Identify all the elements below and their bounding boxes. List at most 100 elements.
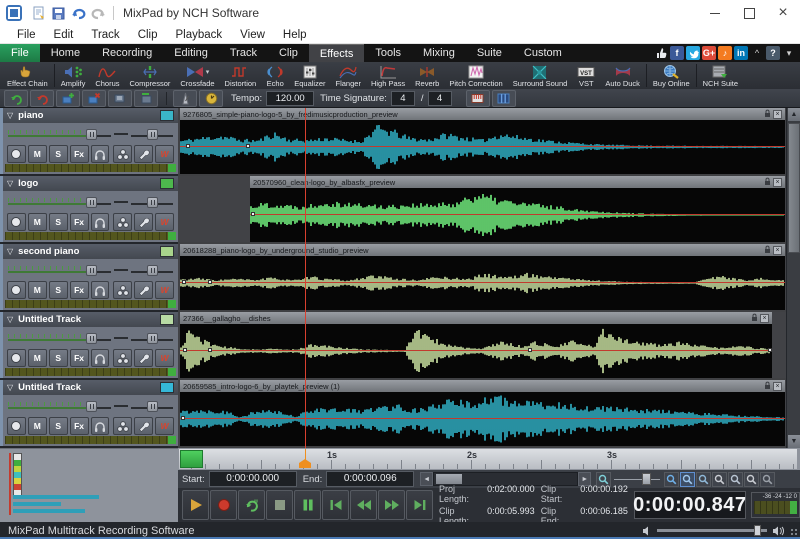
fx-button[interactable]: Fx: [70, 281, 89, 299]
clip-close-button[interactable]: ×: [760, 314, 769, 323]
googleplus-icon[interactable]: G+: [702, 46, 716, 60]
timeline-ruler[interactable]: 1s2s3s: [179, 449, 797, 469]
clip-title-bar[interactable]: 20618288_piano-logo_by_underground_studi…: [180, 244, 785, 256]
mute-button[interactable]: M: [28, 417, 47, 435]
volume-slider-handle[interactable]: [754, 525, 761, 536]
mute-button[interactable]: M: [28, 281, 47, 299]
track-color-swatch[interactable]: [160, 246, 174, 257]
distortion-button[interactable]: Distortion: [220, 62, 262, 89]
zoom-out-2-button[interactable]: [696, 472, 711, 487]
automation-point[interactable]: [208, 280, 212, 284]
skip-end-button[interactable]: [406, 490, 433, 520]
pan-handle[interactable]: [147, 265, 158, 276]
effects-wrench-button[interactable]: [134, 349, 153, 367]
record-arm-button[interactable]: [7, 213, 26, 231]
vertical-scrollbar[interactable]: ▲ ▼: [786, 108, 800, 448]
automation-wave-button[interactable]: W: [155, 417, 174, 435]
tab-recording[interactable]: Recording: [91, 44, 163, 62]
mute-button[interactable]: M: [28, 213, 47, 231]
monitor-headphones-button[interactable]: [91, 349, 110, 367]
redo-icon[interactable]: [89, 5, 107, 21]
play-button[interactable]: [182, 490, 209, 520]
pan-slider[interactable]: [131, 333, 173, 343]
keyboard-button[interactable]: [466, 90, 490, 107]
timesig-numerator-field[interactable]: 4: [391, 91, 415, 106]
track-color-swatch[interactable]: [160, 110, 174, 121]
auto-duck-button[interactable]: Auto Duck: [600, 62, 645, 89]
pan-slider[interactable]: [131, 401, 173, 411]
menu-file[interactable]: File: [8, 29, 45, 41]
loop-button[interactable]: [238, 490, 265, 520]
automation-wave-button[interactable]: W: [155, 349, 174, 367]
fx-button[interactable]: Fx: [70, 145, 89, 163]
automation-point[interactable]: [183, 348, 187, 352]
clip-title-bar[interactable]: 20659585_intro-logo-6_by_playtek_preview…: [180, 380, 785, 392]
zoom-full-button[interactable]: [712, 472, 727, 487]
zoom-project-button[interactable]: [744, 472, 759, 487]
pan-handle[interactable]: [147, 401, 158, 412]
effects-wrench-button[interactable]: [134, 213, 153, 231]
nch-software-icon[interactable]: ♪: [718, 46, 732, 60]
loop-red-button[interactable]: [30, 90, 54, 107]
track-name[interactable]: piano: [18, 110, 160, 121]
metronome-button[interactable]: [173, 90, 197, 107]
help-icon[interactable]: ?: [766, 46, 780, 60]
reverb-button[interactable]: Reverb: [410, 62, 444, 89]
automation-point[interactable]: [768, 348, 772, 352]
tab-track[interactable]: Track: [219, 44, 268, 62]
track-name[interactable]: logo: [18, 178, 160, 189]
volume-slider[interactable]: [8, 265, 111, 275]
tempo-field[interactable]: 120.00: [266, 91, 314, 106]
automation-point[interactable]: [528, 348, 532, 352]
surround-sound-button[interactable]: Surround Sound: [508, 62, 573, 89]
record-button[interactable]: [210, 490, 237, 520]
pan-handle[interactable]: [147, 197, 158, 208]
collapse-icon[interactable]: ▽: [7, 383, 13, 392]
nch-suite-button[interactable]: NCH Suite: [698, 62, 743, 89]
mute-button[interactable]: M: [28, 145, 47, 163]
clip-close-button[interactable]: ×: [773, 110, 782, 119]
automation-point[interactable]: [246, 144, 250, 148]
automation-point[interactable]: [251, 212, 255, 216]
like-icon[interactable]: [654, 46, 668, 60]
pan-slider[interactable]: [131, 197, 173, 207]
volume-handle[interactable]: [86, 333, 97, 344]
maximize-button[interactable]: [732, 0, 766, 26]
mute-button[interactable]: M: [28, 349, 47, 367]
track-name[interactable]: Untitled Track: [18, 382, 160, 393]
start-time-field[interactable]: 0:00:00.000: [209, 471, 297, 487]
automation-wave-button[interactable]: W: [155, 213, 174, 231]
dropdown-arrow-icon[interactable]: ▾: [206, 68, 210, 76]
fx-button[interactable]: Fx: [70, 213, 89, 231]
scroll-down-arrow[interactable]: ▼: [788, 435, 800, 448]
clip-close-button[interactable]: ×: [773, 178, 782, 187]
skip-start-button[interactable]: [322, 490, 349, 520]
horizontal-scroll-thumb[interactable]: [436, 474, 462, 484]
fx-button[interactable]: Fx: [70, 417, 89, 435]
automation-wave-button[interactable]: W: [155, 145, 174, 163]
playhead-marker[interactable]: [299, 459, 311, 468]
save-icon[interactable]: [49, 5, 67, 21]
pan-slider[interactable]: [131, 129, 173, 139]
hscroll-left-arrow[interactable]: ◄: [420, 472, 433, 486]
effect-chain-button[interactable]: Effect Chain: [2, 62, 53, 89]
clip-close-button[interactable]: ×: [773, 246, 782, 255]
track-header[interactable]: ▽Untitled Track: [3, 312, 178, 327]
audio-clip-1[interactable]: 9276805_simple-piano-logo-5_by_fredimusi…: [180, 108, 785, 174]
zoom-slider-handle[interactable]: [642, 473, 651, 485]
volume-handle[interactable]: [86, 197, 97, 208]
record-arm-button[interactable]: [7, 145, 26, 163]
clip-del-button[interactable]: [82, 90, 106, 107]
speaker-loud-icon[interactable]: [772, 526, 786, 536]
clip-add-button[interactable]: [56, 90, 80, 107]
track-header[interactable]: ▽piano: [3, 108, 178, 123]
clip-title-bar[interactable]: 20570960_clean-logo_by_albasfx_preview×: [250, 176, 785, 188]
monitor-headphones-button[interactable]: [91, 213, 110, 231]
track-header[interactable]: ▽second piano: [3, 244, 178, 259]
tab-tools[interactable]: Tools: [364, 44, 412, 62]
track-header[interactable]: ▽ Untitled Track: [3, 380, 178, 395]
pitch-correction-button[interactable]: Pitch Correction: [444, 62, 507, 89]
automation-point[interactable]: [208, 348, 212, 352]
solo-button[interactable]: S: [49, 349, 68, 367]
stop-button[interactable]: [266, 490, 293, 520]
